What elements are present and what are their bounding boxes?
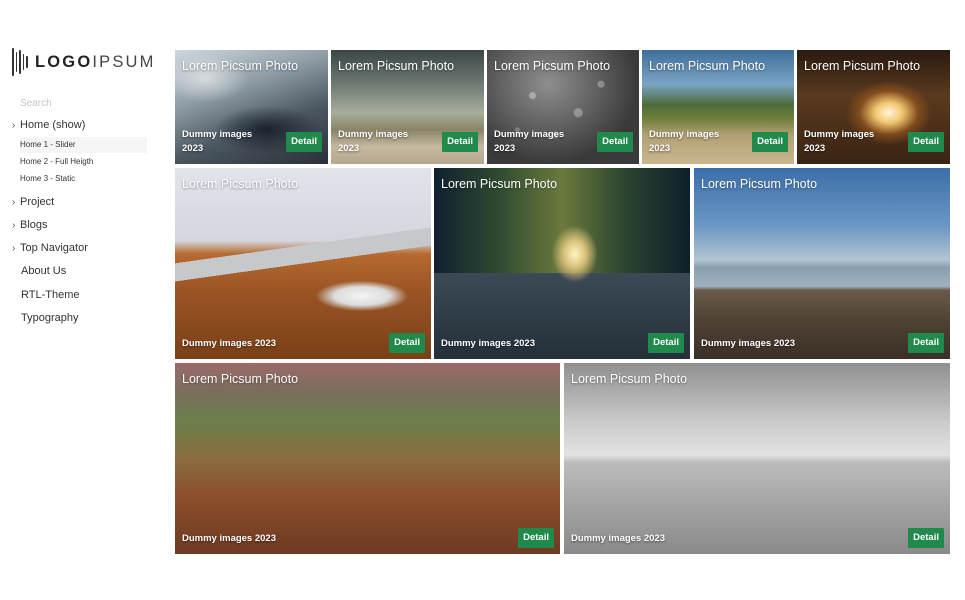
sidebar-item-rtl-theme[interactable]: RTL-Theme (12, 289, 79, 301)
tile-title: Lorem Picsum Photo (338, 59, 455, 73)
gallery-tile[interactable]: Lorem Picsum Photo Dummy images 2023 Det… (694, 168, 950, 359)
chevron-right-icon: › (12, 219, 16, 231)
tile-title: Lorem Picsum Photo (182, 177, 299, 191)
sidebar-item-top-navigator[interactable]: › Top Navigator (12, 242, 88, 254)
tile-title: Lorem Picsum Photo (701, 177, 818, 191)
gallery-tile[interactable]: Lorem Picsum Photo Dummy images 2023 Deta… (175, 50, 328, 164)
tile-caption: Dummy images 2023 (182, 129, 253, 154)
detail-button[interactable]: Detail (908, 333, 944, 353)
sidebar-item-label: Project (20, 196, 55, 208)
tile-title: Lorem Picsum Photo (649, 59, 766, 73)
gallery-tile[interactable]: Lorem Picsum Photo Dummy images 2023 Det… (175, 363, 560, 554)
chevron-right-icon: › (12, 119, 16, 131)
detail-button[interactable]: Detail (648, 333, 684, 353)
sidebar-item-label: About Us (21, 265, 67, 277)
sidebar-item-project[interactable]: › Project (12, 196, 54, 208)
photo-laptop-desk (175, 168, 431, 359)
search-input[interactable]: Search (20, 98, 52, 109)
tile-caption: Dummy images 2023 (182, 338, 276, 349)
detail-button[interactable]: Detail (518, 528, 554, 548)
detail-button[interactable]: Detail (389, 333, 425, 353)
sidebar-subitem-home-1[interactable]: Home 1 - Slider (20, 137, 147, 153)
detail-button[interactable]: Detail (286, 132, 322, 152)
sidebar-subitem-home-2[interactable]: Home 2 - Full Heigth (20, 154, 147, 170)
tile-caption: Dummy images 2023 (338, 129, 409, 154)
detail-button[interactable]: Detail (908, 132, 944, 152)
tile-caption: Dummy images 2023 (182, 533, 276, 544)
sidebar-item-label: RTL-Theme (21, 289, 80, 301)
tile-title: Lorem Picsum Photo (571, 372, 688, 386)
photo-bench-sea (694, 168, 950, 359)
gallery-tile[interactable]: Lorem Picsum Photo Dummy images 2023 Deta… (797, 50, 950, 164)
chevron-right-icon: › (12, 242, 16, 254)
detail-button[interactable]: Detail (442, 132, 478, 152)
sidebar-item-label: Home (show) (20, 119, 86, 131)
gallery-tile[interactable]: Lorem Picsum Photo Dummy images 2023 Det… (564, 363, 950, 554)
sidebar-item-home[interactable]: › Home (show) (12, 119, 85, 131)
gallery-tile[interactable]: Lorem Picsum Photo Dummy images 2023 Deta… (487, 50, 639, 164)
sidebar-item-blogs[interactable]: › Blogs (12, 219, 48, 231)
tile-caption: Dummy images 2023 (571, 533, 665, 544)
tile-title: Lorem Picsum Photo (441, 177, 558, 191)
detail-button[interactable]: Detail (752, 132, 788, 152)
gallery-tile[interactable]: Lorem Picsum Photo Dummy images 2023 Det… (175, 168, 431, 359)
tile-caption: Dummy images 2023 (701, 338, 795, 349)
tile-caption: Dummy images 2023 (804, 129, 875, 154)
sidebar-item-label: Typography (21, 312, 79, 324)
logo-text: LOGOIPSUM (34, 53, 156, 71)
sidebar-subitem-home-3[interactable]: Home 3 - Static (20, 171, 147, 187)
tile-title: Lorem Picsum Photo (494, 59, 611, 73)
logo[interactable]: LOGOIPSUM (12, 47, 156, 77)
photo-forest-road (434, 168, 690, 359)
tile-caption: Dummy images 2023 (649, 129, 720, 154)
tile-caption: Dummy images 2023 (494, 129, 565, 154)
sidebar: LOGOIPSUM Search › Home (show) Home 1 - … (0, 0, 160, 600)
sidebar-item-label: Top Navigator (20, 242, 88, 254)
gallery-tile[interactable]: Lorem Picsum Photo Dummy images 2023 Det… (434, 168, 690, 359)
tile-title: Lorem Picsum Photo (182, 372, 299, 386)
detail-button[interactable]: Detail (908, 528, 944, 548)
gallery-tile[interactable]: Lorem Picsum Photo Dummy images 2023 Deta… (331, 50, 484, 164)
logo-bars-icon (12, 47, 28, 77)
gallery-tile[interactable]: Lorem Picsum Photo Dummy images 2023 Deta… (642, 50, 794, 164)
page: LOGOIPSUM Search › Home (show) Home 1 - … (0, 0, 965, 600)
tile-title: Lorem Picsum Photo (182, 59, 299, 73)
sidebar-item-about-us[interactable]: About Us (12, 265, 66, 277)
photo-autumn-leaves (175, 363, 560, 554)
photo-foggy-lake (564, 363, 950, 554)
tile-title: Lorem Picsum Photo (804, 59, 921, 73)
tile-caption: Dummy images 2023 (441, 338, 535, 349)
chevron-right-icon: › (12, 196, 16, 208)
sidebar-item-typography[interactable]: Typography (12, 312, 78, 324)
sidebar-item-label: Blogs (20, 219, 48, 231)
detail-button[interactable]: Detail (597, 132, 633, 152)
